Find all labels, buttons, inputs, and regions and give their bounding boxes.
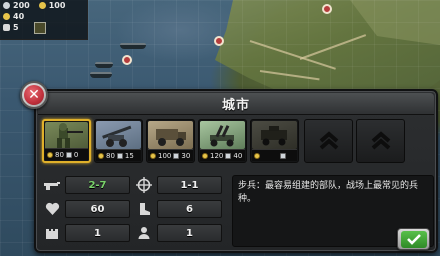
close-button[interactable]: ✕ (20, 81, 48, 109)
unit-gold-cost: 100 (158, 151, 172, 160)
heart-icon (42, 199, 62, 219)
gear-icon (116, 152, 123, 159)
personnel-value: 1 (157, 224, 222, 242)
stat-attack: 2-7 (42, 175, 130, 195)
gear-icon (173, 152, 180, 159)
ship-unit[interactable] (90, 72, 112, 78)
gear-icon (225, 152, 232, 159)
unit-gear-cost: 15 (124, 151, 134, 160)
gold-amount: 40 (13, 12, 25, 21)
unit-price: 80 0 (45, 148, 88, 160)
resource-row-top: 200 100 (0, 0, 87, 11)
unit-card-anti-aircraft[interactable]: 120 40 (198, 119, 247, 163)
gold-icon (3, 13, 10, 20)
gold-icon (38, 2, 46, 9)
stat-movement: 6 (134, 199, 222, 219)
unit-card-infantry[interactable]: 80 0 (42, 119, 91, 163)
resource-row-gold: 40 (0, 11, 87, 22)
ship-unit[interactable] (95, 62, 113, 68)
boot-icon (134, 199, 154, 219)
confirm-button[interactable] (397, 228, 430, 250)
stat-row: 60 6 (42, 199, 224, 219)
unit-stats: 2-7 1-1 60 6 1 1 (42, 175, 224, 247)
stat-defense: 1 (42, 223, 130, 243)
gear-amount: 5 (13, 23, 19, 32)
fortification-icon (42, 223, 62, 243)
rank-slot (304, 119, 353, 163)
stat-row: 1 1 (42, 223, 224, 243)
gear-icon (280, 152, 286, 159)
gold-icon (254, 152, 260, 159)
city-marker[interactable] (122, 55, 132, 65)
ship-unit[interactable] (120, 43, 146, 49)
checkmark-icon (400, 230, 427, 248)
anti-aircraft-icon (200, 121, 245, 149)
dialog-title-bar: 城市 (38, 93, 434, 115)
attack-value: 2-7 (65, 176, 130, 194)
stat-range: 1-1 (134, 175, 222, 195)
rank-chevron-icon (371, 131, 390, 150)
rank-chevron-icon (319, 131, 338, 150)
close-icon: ✕ (24, 85, 44, 105)
range-value: 1-1 (157, 176, 222, 194)
truck-icon (148, 121, 193, 149)
defense-value: 1 (65, 224, 130, 242)
unit-gear-cost: 0 (73, 150, 79, 159)
unit-gold-cost: 80 (55, 150, 64, 159)
unit-price: 120 40 (200, 149, 245, 161)
dialog-title: 城市 (221, 98, 250, 113)
city-marker[interactable] (214, 36, 224, 46)
city-dialog: 城市 80 0 80 15 100 30 120 40 2-7 1-1 60 6… (34, 89, 438, 253)
rifle-icon (42, 175, 62, 195)
artillery-icon (96, 121, 141, 149)
armored-car-icon (252, 121, 297, 149)
health-value: 60 (65, 200, 130, 218)
unit-card-truck[interactable]: 100 30 (146, 119, 195, 163)
unit-price: 80 15 (96, 149, 141, 161)
stat-health: 60 (42, 199, 130, 219)
silver-icon (3, 2, 10, 9)
unit-price: 100 30 (148, 149, 193, 161)
silver-amount: 200 (13, 1, 30, 10)
gear-icon (65, 151, 72, 158)
stat-row: 2-7 1-1 (42, 175, 224, 195)
unit-gold-cost: 80 (106, 151, 115, 160)
unit-card-row: 80 0 80 15 100 30 120 40 (36, 119, 440, 163)
unit-gear-cost: 40 (233, 151, 243, 160)
unit-price (252, 149, 297, 161)
unit-card-artillery[interactable]: 80 15 (94, 119, 143, 163)
gold-icon (202, 152, 208, 159)
unit-flag-icon (34, 22, 46, 34)
rank-slot (356, 119, 405, 163)
movement-value: 6 (157, 200, 222, 218)
unit-gold-cost: 120 (210, 151, 224, 160)
gold-top-amount: 100 (48, 1, 66, 10)
person-icon (134, 223, 154, 243)
infantry-icon (45, 122, 88, 150)
unit-gear-cost: 30 (181, 151, 191, 160)
gold-icon (98, 152, 104, 159)
unit-card-armored-car[interactable] (250, 119, 299, 163)
resource-panel: 200 100 40 5 (0, 0, 88, 40)
gold-icon (47, 151, 53, 158)
crosshair-icon (134, 175, 154, 195)
gear-icon (3, 24, 10, 31)
city-marker[interactable] (322, 4, 332, 14)
gold-icon (150, 152, 156, 159)
stat-personnel: 1 (134, 223, 222, 243)
